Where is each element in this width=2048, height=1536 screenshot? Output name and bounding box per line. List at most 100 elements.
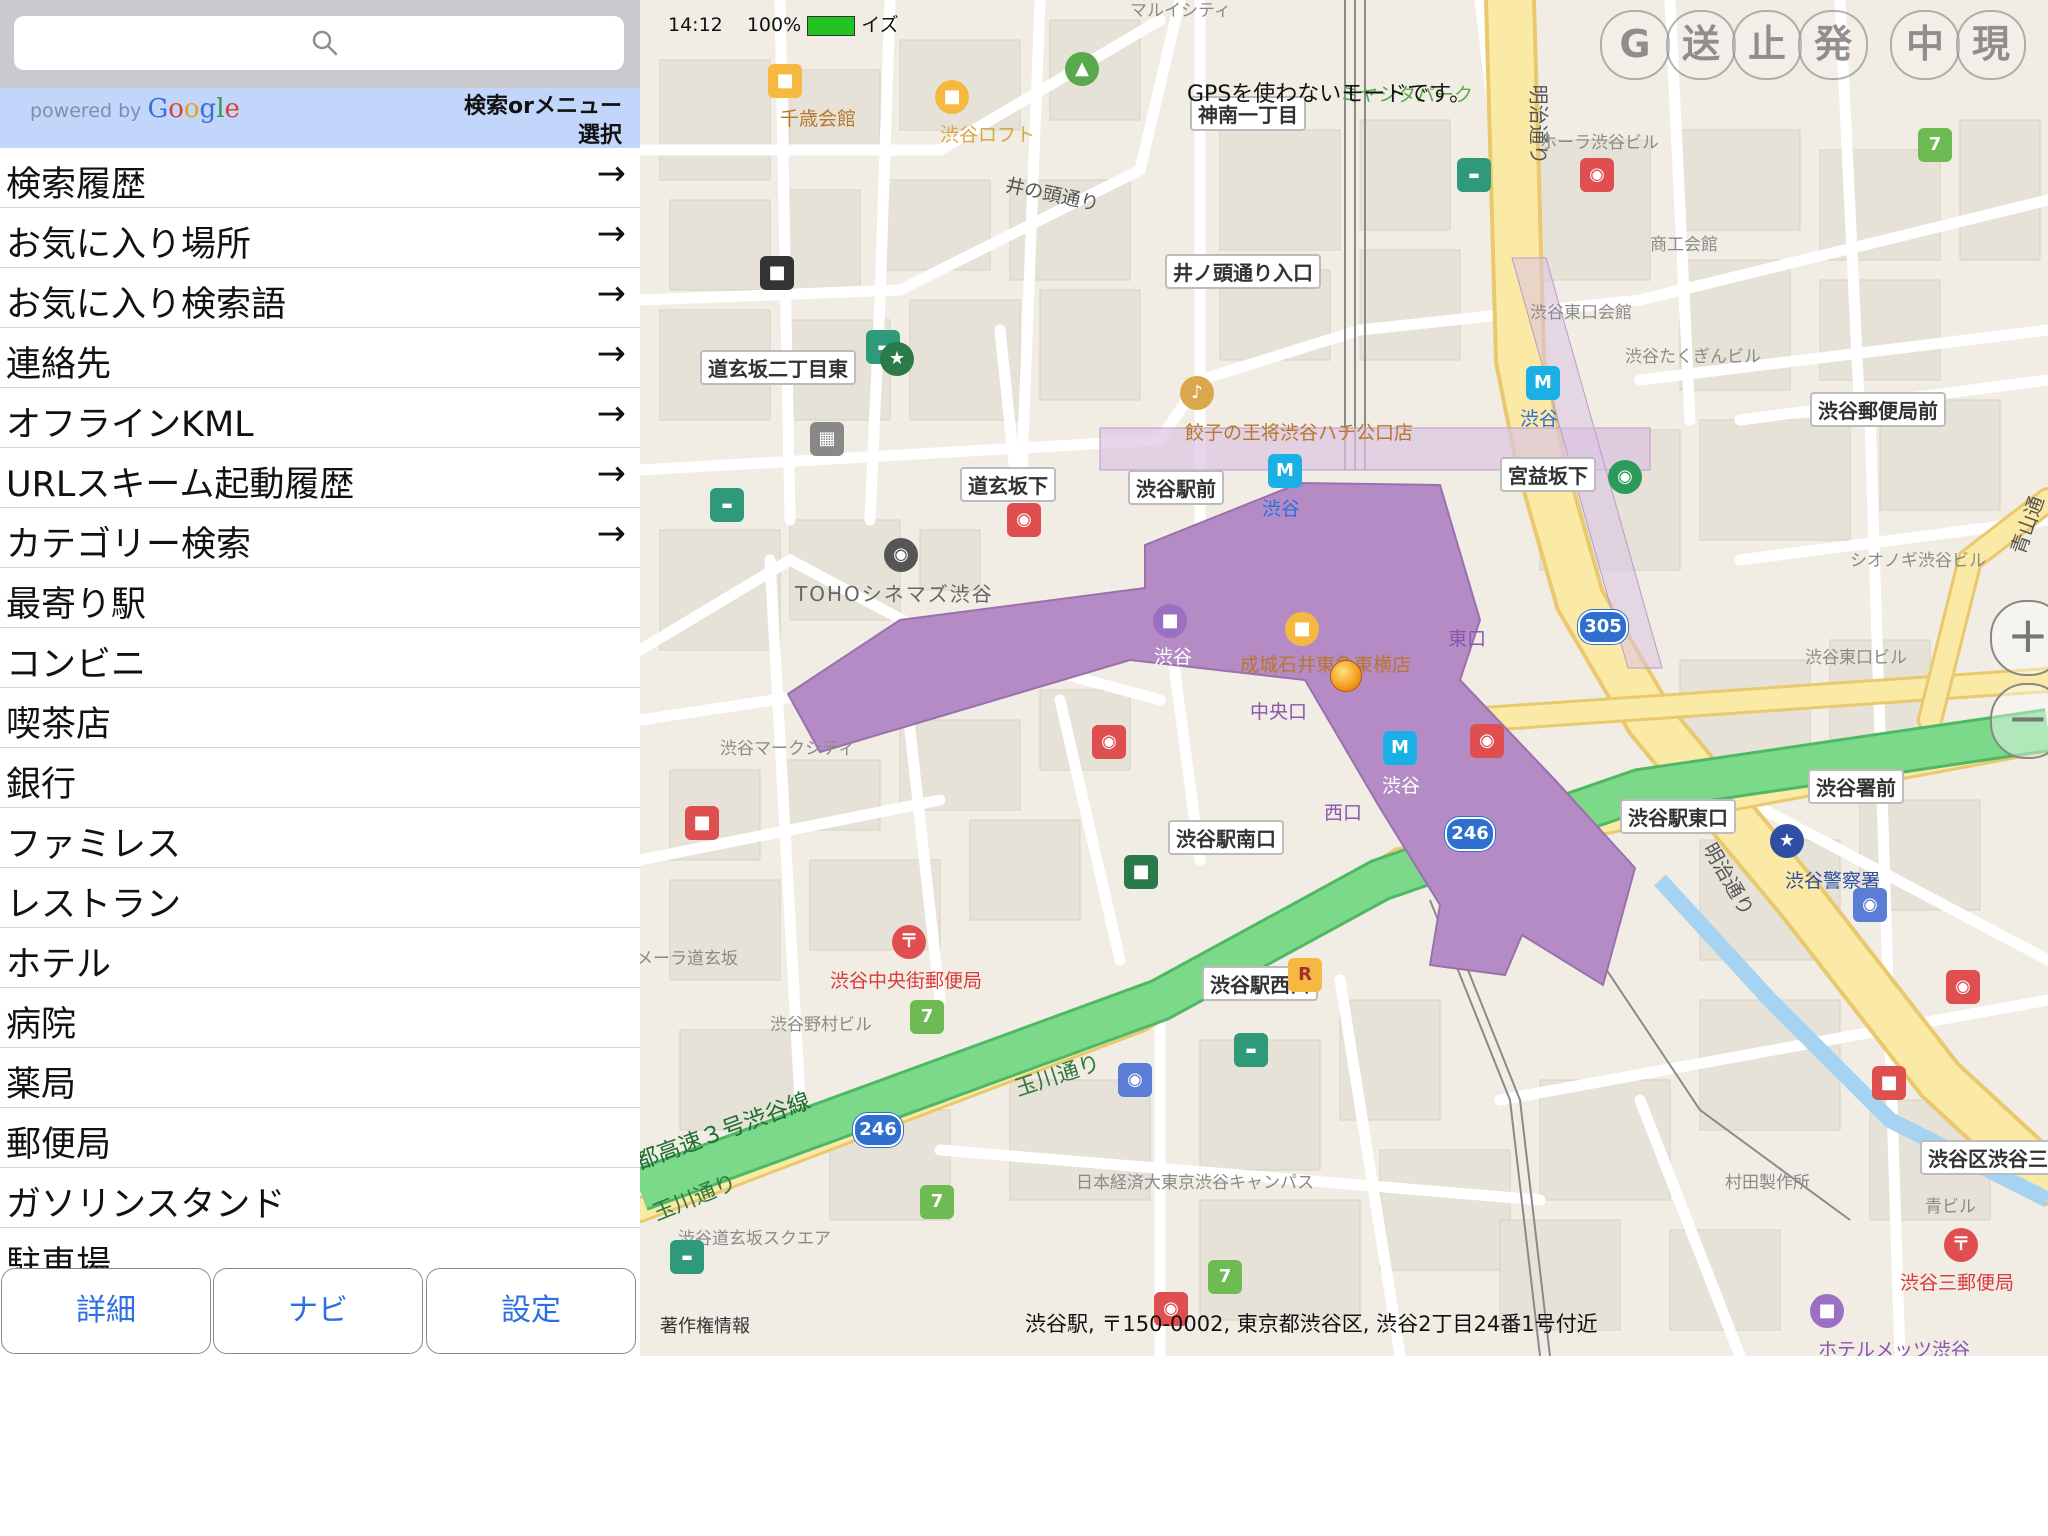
label-dogenzaka-mera: メーラ道玄坂	[640, 949, 738, 969]
menu-item-label: レストラン	[6, 885, 182, 925]
status-time: 14:12	[668, 14, 723, 36]
menu-item[interactable]: ホテル	[0, 928, 640, 988]
menu-item-label: 喫茶店	[6, 705, 112, 745]
label-aoi-bldg: 青ビル	[1925, 1197, 1976, 1217]
menu-item[interactable]: レストラン	[0, 868, 640, 928]
menu-item-label: 最寄り駅	[6, 585, 147, 625]
menu-item[interactable]: ガソリンスタンド	[0, 1168, 640, 1228]
powered-by-google: powered by Google	[30, 94, 240, 124]
menu-item[interactable]: 病院	[0, 988, 640, 1048]
hotel-icon: ■	[1810, 1294, 1844, 1328]
menu-item[interactable]: 駐車場	[0, 1228, 640, 1268]
map-view[interactable]: 神南一丁目 井ノ頭通り入口 道玄坂二丁目東 道玄坂下 渋谷駅前 宮益坂下 渋谷郵…	[640, 0, 2048, 1356]
bank-icon: ◉	[1580, 158, 1614, 192]
search-input[interactable]	[14, 16, 624, 70]
google-letter: G	[147, 94, 169, 124]
menu-item[interactable]: お気に入り検索語 →	[0, 268, 640, 328]
menu-select-label: 検索orメニュー選択	[464, 94, 622, 148]
mode-button-current[interactable]: 現	[1956, 10, 2026, 80]
label-shoko-kaikan: 商工会館	[1650, 235, 1718, 255]
label-gyoza: 餃子の王将渋谷ハチ公口店	[1185, 422, 1414, 444]
convenience-store-icon: 7	[920, 1185, 954, 1219]
settings-button[interactable]: 設定	[426, 1268, 636, 1354]
menu-item[interactable]: ファミレス	[0, 808, 640, 868]
menu-item-label: ガソリンスタンド	[6, 1185, 286, 1225]
google-letter: g	[199, 94, 217, 124]
menu-item-label: 薬局	[6, 1065, 77, 1105]
menu-item-label: 郵便局	[6, 1125, 112, 1165]
restaurant-icon: ■	[760, 256, 794, 290]
sidebar-panel: powered by Google 検索orメニュー選択 検索履歴 → お気に入り場…	[0, 0, 640, 1356]
police-station-icon: ★	[1770, 824, 1804, 858]
menu-item[interactable]: 郵便局	[0, 1108, 640, 1168]
arrow-right-icon: →	[596, 274, 626, 314]
arrow-right-icon: →	[596, 334, 626, 374]
navi-button[interactable]: ナビ	[213, 1268, 423, 1354]
menu-item[interactable]: 連絡先 →	[0, 328, 640, 388]
menu-item[interactable]: オフラインKML →	[0, 388, 640, 448]
menu-item-label: コンビニ	[6, 645, 147, 685]
menu-item[interactable]: 喫茶店	[0, 688, 640, 748]
menu-item-label: 銀行	[6, 765, 77, 805]
route-246-badge: 246	[853, 1113, 903, 1147]
search-icon	[312, 30, 338, 56]
location-pin-icon	[1330, 660, 1362, 692]
google-letter: e	[224, 94, 240, 124]
mode-button-send[interactable]: 送	[1666, 10, 1736, 80]
convenience-store-icon: ▬	[1234, 1033, 1268, 1067]
menu-item-label: お気に入り場所	[6, 225, 252, 265]
copyright-link[interactable]: 著作権情報	[660, 1312, 750, 1338]
bank-icon: ◉	[1092, 725, 1126, 759]
menu-item[interactable]: 最寄り駅	[0, 568, 640, 628]
menu-item-label: 連絡先	[6, 345, 112, 385]
menu-item[interactable]: 薬局	[0, 1048, 640, 1108]
detail-button[interactable]: 詳細	[1, 1268, 211, 1354]
menu-item-label: 病院	[6, 1005, 77, 1045]
train-station-icon: ■	[1153, 604, 1187, 638]
mode-button-g[interactable]: G	[1600, 10, 1670, 80]
menu-item[interactable]: コンビニ	[0, 628, 640, 688]
arrow-right-icon: →	[596, 394, 626, 434]
label-metro-1: 渋谷	[1262, 498, 1301, 520]
label-shibuya-ekimae: 渋谷駅前	[1128, 470, 1224, 505]
label-miyamasuzaka-shita: 宮益坂下	[1500, 457, 1596, 492]
post-office-icon: 〒	[892, 925, 926, 959]
bank-icon: ◉	[1608, 460, 1642, 494]
label-shibuya-chuogai-post: 渋谷中央街郵便局	[830, 970, 983, 992]
metro-icon: M	[1268, 454, 1302, 488]
label-seijo-ishii: 成城石井東急東横店	[1240, 654, 1412, 676]
attribution-row: powered by Google 検索orメニュー選択	[0, 88, 640, 148]
convenience-store-icon: 7	[1208, 1260, 1242, 1294]
park-tree-icon: ▲	[1065, 52, 1099, 86]
google-letter: o	[168, 94, 184, 124]
mode-button-stop[interactable]: 止	[1732, 10, 1802, 80]
menu-item-label: ホテル	[6, 945, 112, 985]
building-icon: ▦	[810, 422, 844, 456]
cinema-icon: ◉	[884, 538, 918, 572]
label-nishiguchi: 西口	[1324, 802, 1363, 824]
label-inokashira-iriguchi: 井ノ頭通り入口	[1165, 254, 1321, 289]
metro-icon: M	[1383, 731, 1417, 765]
gps-mode-message: GPSを使わないモードです。	[1187, 82, 1472, 107]
label-higashiguchi: 東口	[1448, 628, 1487, 650]
mode-button-depart[interactable]: 発	[1798, 10, 1868, 80]
search-bar	[0, 0, 640, 88]
bank-icon: ◉	[1946, 970, 1980, 1004]
arrow-right-icon: →	[596, 214, 626, 254]
mode-button-center[interactable]: 中	[1890, 10, 1960, 80]
menu-item[interactable]: URLスキーム起動履歴 →	[0, 448, 640, 508]
bottom-toolbar: 詳細 ナビ 設定	[0, 1266, 640, 1356]
label-hora-bldg: ホーラ渋谷ビル	[1540, 133, 1659, 153]
menu-item[interactable]: お気に入り場所 →	[0, 208, 640, 268]
restaurant-icon: ♪	[1180, 376, 1214, 410]
menu-item[interactable]: 銀行	[0, 748, 640, 808]
cafe-icon: ★	[880, 342, 914, 376]
menu-item[interactable]: 検索履歴 →	[0, 148, 640, 208]
arrow-right-icon: →	[596, 454, 626, 494]
menu-list: 検索履歴 → お気に入り場所 → お気に入り検索語 → 連絡先 → オフラインKML → URLスキ…	[0, 148, 640, 1268]
menu-item[interactable]: カテゴリー検索 →	[0, 508, 640, 568]
police-icon: ◉	[1118, 1063, 1152, 1097]
label-shibuya-eki-minamiguchi: 渋谷駅南口	[1168, 820, 1284, 855]
label-metro-3: 渋谷	[1382, 775, 1421, 797]
label-hotel-mets: ホテルメッツ渋谷	[1818, 1339, 1971, 1356]
